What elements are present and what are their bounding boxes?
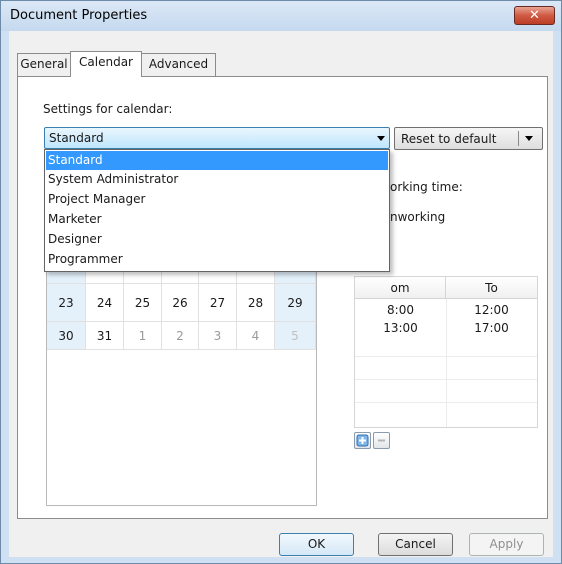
- working-time-from-cell[interactable]: 8:00: [355, 301, 446, 319]
- add-working-time-button[interactable]: [354, 432, 371, 449]
- working-time-to-cell[interactable]: 17:00: [446, 319, 537, 337]
- calendar-day[interactable]: 29: [275, 284, 316, 322]
- reset-menu-chevron-icon[interactable]: [525, 136, 533, 141]
- calendar-day[interactable]: 27: [199, 284, 237, 322]
- month-calendar: 2345678910111213141516171819202122232425…: [46, 167, 317, 506]
- calendar-option[interactable]: Marketer: [46, 210, 388, 229]
- calendar-day[interactable]: 5: [275, 322, 316, 350]
- working-time-to-cell[interactable]: 12:00: [446, 301, 537, 319]
- close-button[interactable]: ✕: [514, 6, 555, 25]
- column-header-from-label: om: [390, 281, 410, 295]
- calendar-day[interactable]: 3: [199, 322, 237, 350]
- cancel-button-label: Cancel: [395, 537, 436, 551]
- reset-to-default-button[interactable]: Reset to default: [394, 127, 543, 150]
- calendar-day[interactable]: 31: [86, 322, 124, 350]
- ok-button-label: OK: [307, 537, 326, 551]
- working-time-label: orking time:: [390, 180, 463, 194]
- calendar-day[interactable]: 26: [162, 284, 199, 322]
- calendar-option[interactable]: Project Manager: [46, 190, 388, 209]
- calendar-select-value: Standard: [49, 131, 104, 145]
- tab-advanced-label: Advanced: [148, 57, 209, 71]
- window-title: Document Properties: [10, 8, 148, 23]
- tab-advanced[interactable]: Advanced: [141, 53, 216, 76]
- calendar-day[interactable]: 4: [237, 322, 275, 350]
- ok-button[interactable]: OK: [279, 533, 354, 556]
- chevron-down-icon: [377, 136, 385, 141]
- tab-calendar[interactable]: Calendar: [70, 51, 142, 77]
- working-time-from-cell[interactable]: 13:00: [355, 319, 446, 337]
- remove-working-time-button[interactable]: [373, 432, 390, 449]
- calendar-dropdown-list: Standard System Administrator Project Ma…: [44, 149, 390, 272]
- calendar-tab-panel: Settings for calendar: Standard Reset to…: [17, 76, 548, 519]
- column-header-to[interactable]: To: [446, 277, 537, 299]
- calendar-option[interactable]: Programmer: [46, 250, 388, 269]
- row-divider: [355, 402, 537, 403]
- minus-icon: [378, 439, 385, 442]
- row-divider: [355, 356, 537, 357]
- apply-button-label: Apply: [489, 537, 524, 551]
- close-icon: ✕: [529, 8, 540, 23]
- calendar-option[interactable]: Standard: [46, 151, 388, 170]
- dialog-body: General Calendar Advanced Settings for c…: [9, 31, 553, 557]
- reset-to-default-label: Reset to default: [401, 132, 497, 146]
- column-header-from[interactable]: om: [355, 277, 446, 299]
- calendar-select[interactable]: Standard: [44, 127, 390, 149]
- calendar-option[interactable]: Designer: [46, 230, 388, 249]
- calendar-day[interactable]: 25: [124, 284, 162, 322]
- apply-button[interactable]: Apply: [469, 533, 544, 556]
- row-divider: [355, 379, 537, 380]
- cancel-button[interactable]: Cancel: [378, 533, 453, 556]
- calendar-day[interactable]: 2: [162, 322, 199, 350]
- working-time-table: om To 8:00 12:00 13:00 17:00: [354, 276, 538, 428]
- tab-general-label: General: [20, 57, 68, 71]
- calendar-day[interactable]: 28: [237, 284, 275, 322]
- calendar-day[interactable]: 1: [124, 322, 162, 350]
- settings-for-calendar-label: Settings for calendar:: [43, 102, 173, 116]
- plus-icon: [356, 434, 369, 447]
- title-bar[interactable]: Document Properties ✕: [1, 1, 561, 31]
- column-header-to-label: To: [485, 281, 498, 295]
- calendar-day[interactable]: 30: [47, 322, 86, 350]
- split-button-separator: [518, 131, 519, 146]
- document-properties-window: Document Properties ✕ General Calendar A…: [0, 0, 562, 564]
- tab-general[interactable]: General: [17, 53, 71, 76]
- tab-calendar-label: Calendar: [79, 55, 133, 69]
- calendar-day[interactable]: 24: [86, 284, 124, 322]
- nonworking-option-label[interactable]: nworking: [390, 210, 445, 224]
- calendar-option[interactable]: System Administrator: [46, 170, 388, 189]
- calendar-day[interactable]: 23: [47, 284, 86, 322]
